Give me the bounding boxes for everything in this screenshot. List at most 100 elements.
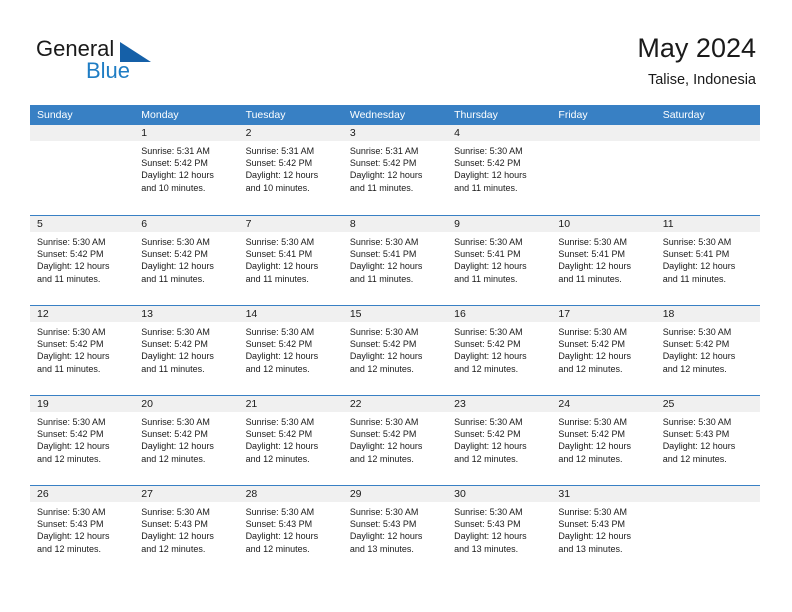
day-number: 12 [30,306,135,322]
daylight-text-line2: and 12 minutes. [454,363,519,374]
daylight-text-line1: Daylight: 12 hours [141,170,214,181]
day-cell[interactable]: 2 Sunrise: 5:31 AM Sunset: 5:42 PM Daylight… [238,125,343,215]
calendar-grid: Sunday Monday Tuesday Wednesday Thursday… [30,105,760,575]
day-cell[interactable]: 26 Sunrise: 5:30 AM Sunset: 5:43 PM Dayligh… [30,486,135,575]
day-cell[interactable]: 29 Sunrise: 5:30 AM Sunset: 5:43 PM Dayligh… [342,486,448,575]
day-cell[interactable]: 5 Sunrise: 5:30 AM Sunset: 5:42 PM Daylight… [30,216,135,305]
daylight-text-line1: Daylight: 12 hours [37,441,110,452]
day-details: Sunrise: 5:30 AM Sunset: 5:42 PM Daylight:… [551,412,655,465]
day-cell[interactable]: 13 Sunrise: 5:30 AM Sunset: 5:42 PM Dayligh… [134,306,239,395]
daylight-text-line1: Daylight: 12 hours [245,531,319,542]
sunrise-text: Sunrise: 5:30 AM [141,417,210,427]
day-number: 11 [655,216,760,232]
weekday-header-thursday: Thursday [454,109,498,121]
weekday-header-monday: Monday [141,109,179,121]
day-number: 27 [134,486,239,502]
day-number: 4 [447,125,552,141]
day-cell[interactable]: 7 Sunrise: 5:30 AM Sunset: 5:41 PM Daylight… [238,216,343,305]
daylight-text-line1: Daylight: 12 hours [558,261,631,272]
sunrise-text: Sunrise: 5:30 AM [662,327,732,337]
day-number: 5 [30,216,135,232]
sunrise-text: Sunrise: 5:30 AM [37,237,106,247]
day-cell[interactable]: 8 Sunrise: 5:30 AM Sunset: 5:41 PM Daylight… [342,216,448,305]
daylight-text-line1: Daylight: 12 hours [349,261,423,272]
sunset-text: Sunset: 5:42 PM [349,429,417,440]
sunrise-text: Sunrise: 5:30 AM [245,417,315,427]
day-cell[interactable]: 19 Sunrise: 5:30 AM Sunset: 5:42 PM Dayligh… [30,396,135,485]
day-cell[interactable]: 18 Sunrise: 5:30 AM Sunset: 5:42 PM Dayligh… [655,306,760,395]
day-cell[interactable]: 14 Sunrise: 5:30 AM Sunset: 5:42 PM Dayligh… [238,306,343,395]
day-cell[interactable]: 24 Sunrise: 5:30 AM Sunset: 5:42 PM Dayligh… [551,396,656,485]
day-details: Sunrise: 5:30 AM Sunset: 5:43 PM Daylight:… [134,502,238,555]
sunset-text: Sunset: 5:42 PM [454,339,521,350]
day-cell[interactable]: 22 Sunrise: 5:30 AM Sunset: 5:42 PM Dayligh… [342,396,448,485]
day-number: 18 [655,306,760,322]
daylight-text-line2: and 11 minutes. [558,273,622,284]
day-number: 7 [238,216,343,232]
daylight-text-line2: and 12 minutes. [558,363,623,374]
sunset-text: Sunset: 5:42 PM [454,158,521,169]
sunrise-text: Sunrise: 5:31 AM [141,146,210,156]
sunrise-text: Sunrise: 5:30 AM [349,327,419,337]
day-cell[interactable]: 28 Sunrise: 5:30 AM Sunset: 5:43 PM Dayligh… [238,486,343,575]
day-cell[interactable]: 16 Sunrise: 5:30 AM Sunset: 5:42 PM Dayligh… [447,306,552,395]
day-cell[interactable]: 10 Sunrise: 5:30 AM Sunset: 5:41 PM Dayligh… [551,216,656,305]
daylight-text-line2: and 12 minutes. [245,453,310,464]
sunset-text: Sunset: 5:42 PM [349,339,417,350]
day-cell[interactable]: 25 Sunrise: 5:30 AM Sunset: 5:43 PM Dayligh… [655,396,760,485]
page-header: General Blue May 2024 Talise, Indonesia [0,0,792,100]
day-cell[interactable]: 4 Sunrise: 5:30 AM Sunset: 5:42 PM Daylight… [447,125,552,215]
daylight-text-line1: Daylight: 12 hours [141,441,214,452]
daylight-text-line2: and 12 minutes. [245,363,310,374]
day-cell[interactable]: 23 Sunrise: 5:30 AM Sunset: 5:42 PM Dayligh… [447,396,552,485]
day-cell[interactable]: 6 Sunrise: 5:30 AM Sunset: 5:42 PM Daylight… [134,216,239,305]
week-row: 26 Sunrise: 5:30 AM Sunset: 5:43 PM Dayligh… [30,485,760,575]
day-details: Sunrise: 5:31 AM Sunset: 5:42 PM Daylight:… [343,141,447,194]
day-cell[interactable]: 20 Sunrise: 5:30 AM Sunset: 5:42 PM Dayligh… [134,396,239,485]
day-cell[interactable]: 12 Sunrise: 5:30 AM Sunset: 5:42 PM Dayligh… [30,306,135,395]
daylight-text-line1: Daylight: 12 hours [454,531,527,542]
weekday-header-sunday: Sunday [37,109,73,121]
sunset-text: Sunset: 5:42 PM [454,429,521,440]
sunset-text: Sunset: 5:43 PM [245,519,313,530]
daylight-text-line1: Daylight: 12 hours [558,351,631,362]
daylight-text-line2: and 12 minutes. [37,453,102,464]
day-number [30,125,135,141]
day-cell[interactable]: 30 Sunrise: 5:30 AM Sunset: 5:43 PM Dayligh… [447,486,552,575]
sunrise-text: Sunrise: 5:30 AM [245,327,315,337]
day-number: 15 [342,306,448,322]
daylight-text-line1: Daylight: 12 hours [558,531,631,542]
day-cell[interactable]: 15 Sunrise: 5:30 AM Sunset: 5:42 PM Dayligh… [342,306,448,395]
day-cell[interactable]: 17 Sunrise: 5:30 AM Sunset: 5:42 PM Dayligh… [551,306,656,395]
day-cell-empty [551,125,656,215]
sunset-text: Sunset: 5:43 PM [454,519,521,530]
day-cell[interactable]: 11 Sunrise: 5:30 AM Sunset: 5:41 PM Dayligh… [655,216,760,305]
day-cell[interactable]: 1 Sunrise: 5:31 AM Sunset: 5:42 PM Daylight… [134,125,239,215]
day-cell[interactable]: 3 Sunrise: 5:31 AM Sunset: 5:42 PM Daylight… [342,125,448,215]
day-number: 2 [238,125,343,141]
brand-logo[interactable]: General Blue [36,36,236,92]
day-cell[interactable]: 31 Sunrise: 5:30 AM Sunset: 5:43 PM Dayligh… [551,486,656,575]
daylight-text-line1: Daylight: 12 hours [454,351,527,362]
day-cell[interactable]: 27 Sunrise: 5:30 AM Sunset: 5:43 PM Dayligh… [134,486,239,575]
day-cell[interactable]: 21 Sunrise: 5:30 AM Sunset: 5:42 PM Dayligh… [238,396,343,485]
weekday-header-saturday: Saturday [662,109,705,121]
weekday-header-row: Sunday Monday Tuesday Wednesday Thursday… [30,105,760,125]
sunset-text: Sunset: 5:42 PM [37,339,104,350]
day-details: Sunrise: 5:30 AM Sunset: 5:42 PM Daylight:… [551,322,655,375]
sunrise-text: Sunrise: 5:30 AM [454,327,523,337]
daylight-text-line2: and 10 minutes. [245,182,310,193]
sunset-text: Sunset: 5:41 PM [349,249,417,260]
daylight-text-line1: Daylight: 12 hours [349,170,423,181]
day-details: Sunrise: 5:30 AM Sunset: 5:41 PM Daylight:… [343,232,447,285]
daylight-text-line1: Daylight: 12 hours [245,441,319,452]
sunrise-text: Sunrise: 5:30 AM [245,237,315,247]
day-number: 10 [551,216,656,232]
day-details: Sunrise: 5:30 AM Sunset: 5:42 PM Daylight:… [656,322,760,375]
day-number: 14 [238,306,343,322]
day-details: Sunrise: 5:30 AM Sunset: 5:42 PM Daylight:… [239,412,343,465]
title-block: May 2024 Talise, Indonesia [637,32,756,90]
day-number: 3 [342,125,448,141]
daylight-text-line2: and 12 minutes. [349,453,414,464]
day-cell[interactable]: 9 Sunrise: 5:30 AM Sunset: 5:41 PM Daylight… [447,216,552,305]
